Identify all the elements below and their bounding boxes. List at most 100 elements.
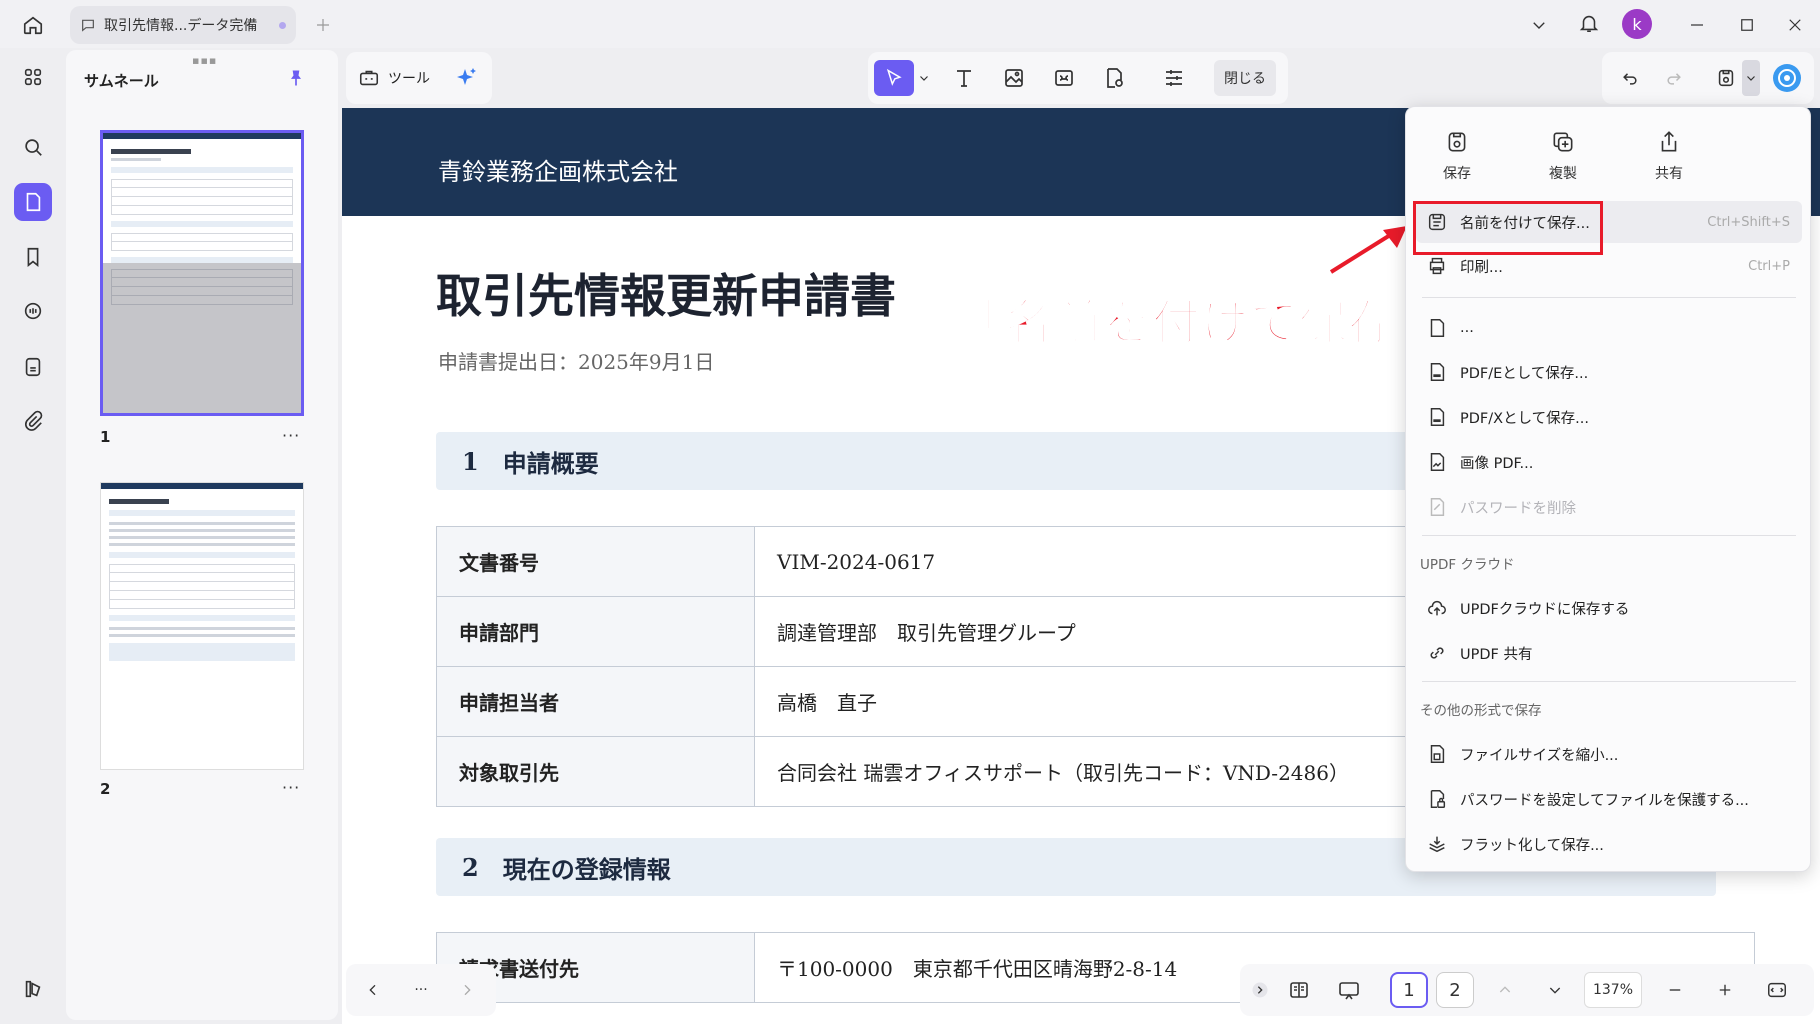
bookmark-icon[interactable] <box>14 238 52 276</box>
home-icon[interactable] <box>18 10 48 40</box>
quick-share-button[interactable]: 共有 <box>1634 129 1704 183</box>
row-key: 申請担当者 <box>436 666 755 737</box>
pin-icon[interactable] <box>286 66 306 90</box>
drag-handle[interactable]: ▪▪▪ <box>192 54 217 67</box>
updf-cloud-icon[interactable] <box>1770 60 1804 96</box>
select-cursor-icon[interactable] <box>874 60 914 96</box>
submission-date: 申請書提出日：2025年9月1日 <box>438 350 715 374</box>
menu-item-protect[interactable]: パスワードを設定してファイルを保護する... <box>1416 778 1802 820</box>
menu-item-label: UPDFクラウドに保存する <box>1460 601 1630 618</box>
watermark-tool-icon[interactable] <box>1096 60 1132 96</box>
thumbnails-icon[interactable] <box>14 183 52 221</box>
save-icon <box>1448 132 1466 152</box>
comments-icon[interactable] <box>14 292 52 330</box>
form-icon[interactable] <box>14 348 52 386</box>
ai-sparkle-icon[interactable] <box>452 60 482 96</box>
chevron-down-icon[interactable] <box>1524 10 1554 40</box>
new-tab-icon[interactable] <box>308 10 338 40</box>
menu-item-image-pdf[interactable]: 画像 PDF... <box>1416 441 1802 483</box>
shortcut: Ctrl+P <box>1748 258 1790 274</box>
quick-duplicate-button[interactable]: 複製 <box>1528 129 1598 183</box>
menu-divider <box>1422 681 1796 682</box>
row-key: 申請部門 <box>436 596 755 667</box>
left-rail <box>0 48 66 1024</box>
zoom-level[interactable]: 137% <box>1584 972 1642 1008</box>
menu-divider <box>1422 535 1796 536</box>
menu-section-other: その他の形式で保存 <box>1420 703 1542 719</box>
thumbnail-more-button[interactable]: ··· <box>282 426 300 445</box>
image-pdf-icon <box>1430 453 1445 471</box>
zoom-out-icon[interactable] <box>1660 972 1690 1008</box>
layers-icon[interactable] <box>14 970 52 1008</box>
chevron-down-icon[interactable] <box>916 60 932 96</box>
menu-item-pdfx[interactable]: PDF/Xとして保存... <box>1416 396 1802 438</box>
menu-item-label: 画像 PDF... <box>1460 455 1534 472</box>
image-tool-icon[interactable] <box>996 60 1032 96</box>
more-button[interactable]: ··· <box>406 972 436 1008</box>
thumbnail-more-button[interactable]: ··· <box>282 778 300 797</box>
expand-icon[interactable] <box>1248 972 1272 1008</box>
document-tab[interactable]: 取引先情報...データ完備 <box>70 6 296 44</box>
menu-item-updf-share[interactable]: UPDF 共有 <box>1416 632 1802 674</box>
thumbnail-header: サムネール <box>84 72 159 90</box>
flatten-icon <box>1429 836 1445 853</box>
settings-sliders-icon[interactable] <box>1156 60 1192 96</box>
menu-divider <box>1422 297 1796 298</box>
page-layout-icon[interactable] <box>1282 972 1316 1008</box>
text-tool-icon[interactable] <box>946 60 982 96</box>
shortcut: Ctrl+Shift+S <box>1707 214 1790 230</box>
quick-save-button[interactable]: 保存 <box>1422 129 1492 183</box>
menu-item-label: ... <box>1460 320 1474 336</box>
redo-icon[interactable] <box>1658 60 1690 96</box>
chevron-down-icon[interactable] <box>1540 972 1570 1008</box>
toolbox-icon <box>359 70 379 86</box>
pdfx-icon <box>1430 408 1445 426</box>
menu-item-pdfe[interactable]: PDF/Eとして保存... <box>1416 351 1802 393</box>
quick-save-label: 保存 <box>1443 166 1471 182</box>
menu-item-cloud-save[interactable]: UPDFクラウドに保存する <box>1416 587 1802 629</box>
company-name: 青鈴業務企画株式会社 <box>438 158 678 186</box>
tools-button[interactable]: ツール <box>358 60 430 96</box>
chevron-left-icon[interactable] <box>358 972 388 1008</box>
menu-item-flatten[interactable]: フラット化して保存... <box>1416 823 1802 865</box>
share-icon <box>1661 131 1677 152</box>
thumbnail-number: 2 <box>100 780 111 798</box>
menu-item-label: ファイルサイズを縮小... <box>1460 747 1619 764</box>
undo-icon[interactable] <box>1614 60 1646 96</box>
close-window-icon[interactable] <box>1780 10 1810 40</box>
save-dropdown-menu: 保存 複製 共有 名前を付けて保存... Ctrl+Shift+S 印刷... … <box>1405 106 1811 872</box>
quick-duplicate-label: 複製 <box>1549 166 1577 182</box>
bell-icon[interactable] <box>1574 8 1604 38</box>
menu-item-label: フラット化して保存... <box>1460 837 1604 854</box>
lock-file-icon <box>1430 790 1446 808</box>
menu-item-reduce-size[interactable]: ファイルサイズを縮小... <box>1416 733 1802 775</box>
menu-item-print[interactable]: 印刷... Ctrl+P <box>1416 245 1802 287</box>
apps-icon[interactable] <box>14 58 52 96</box>
save-icon[interactable] <box>1710 60 1742 96</box>
thumbnail-page-1[interactable] <box>100 130 304 416</box>
page-button-2[interactable]: 2 <box>1436 972 1474 1008</box>
fit-page-icon[interactable] <box>1760 972 1794 1008</box>
chevron-right-icon[interactable] <box>452 972 482 1008</box>
row-key: 文書番号 <box>436 526 755 597</box>
presentation-icon[interactable] <box>1332 972 1366 1008</box>
menu-item-hidden[interactable]: ... <box>1416 307 1802 349</box>
maximize-icon[interactable] <box>1732 10 1762 40</box>
menu-item-remove-password: パスワードを削除 <box>1416 486 1802 528</box>
chevron-up-icon[interactable] <box>1490 972 1520 1008</box>
thumbnail-number: 1 <box>100 428 111 446</box>
thumbnail-page-2[interactable] <box>100 482 304 770</box>
chevron-down-icon[interactable] <box>1742 60 1760 96</box>
avatar[interactable]: k <box>1622 9 1652 39</box>
menu-item-label: パスワードを設定してファイルを保護する... <box>1460 792 1749 809</box>
page-button-1[interactable]: 1 <box>1390 972 1428 1008</box>
link-tool-icon[interactable] <box>1046 60 1082 96</box>
remove-password-icon <box>1430 498 1445 516</box>
zoom-in-icon[interactable] <box>1710 972 1740 1008</box>
attachment-icon[interactable] <box>14 402 52 440</box>
close-edit-button[interactable]: 閉じる <box>1214 60 1276 96</box>
annotation-arrow <box>1329 226 1407 274</box>
toolbar-left: ツール <box>346 52 492 104</box>
search-icon[interactable] <box>14 128 52 166</box>
minimize-icon[interactable] <box>1682 10 1712 40</box>
